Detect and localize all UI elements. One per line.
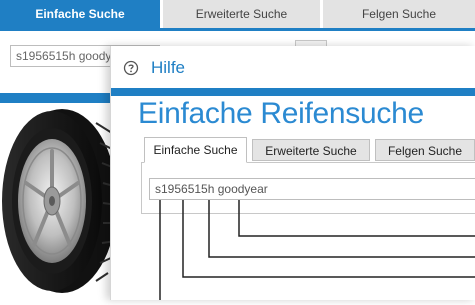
background-tab-bar: Einfache Suche Erweiterte Suche Felgen S… bbox=[0, 0, 475, 28]
help-panel: Hilfe Einfache Reifensuche Einfache Such… bbox=[110, 46, 475, 300]
section-bar bbox=[0, 93, 120, 103]
tab-underline bbox=[0, 28, 475, 31]
tab-felgen-suche[interactable]: Felgen Suche bbox=[323, 0, 475, 28]
annotation-line-3 bbox=[208, 200, 475, 258]
tire-icon bbox=[2, 109, 118, 293]
tire-image bbox=[0, 103, 118, 300]
tab-erweiterte-suche[interactable]: Erweiterte Suche bbox=[163, 0, 320, 28]
tab-einfache-suche[interactable]: Einfache Suche bbox=[0, 0, 160, 28]
help-tab-einfache-suche[interactable]: Einfache Suche bbox=[144, 137, 247, 163]
annotation-line-4 bbox=[238, 200, 475, 237]
annotation-lines bbox=[159, 200, 475, 300]
annotation-line-2 bbox=[182, 200, 475, 278]
